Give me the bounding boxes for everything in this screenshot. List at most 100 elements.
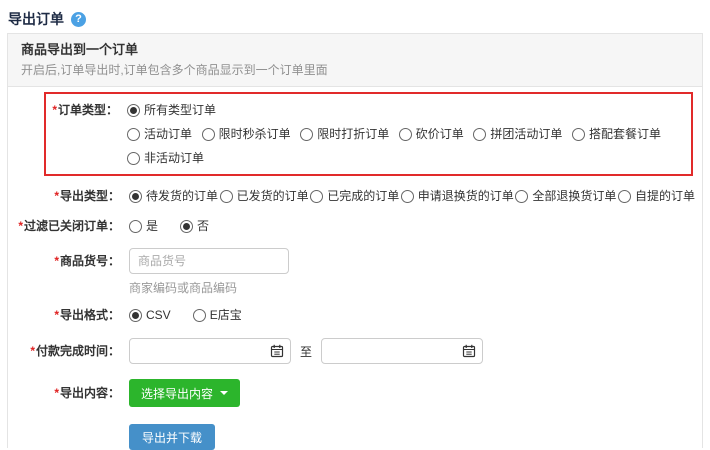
- radio-label: 搭配套餐订单: [589, 126, 661, 143]
- radio-label: 非活动订单: [144, 150, 204, 167]
- radio-circle-icon[interactable]: [127, 152, 140, 165]
- radio-label: 所有类型订单: [144, 102, 216, 119]
- product-sku-field: 商家编码或商品编码: [129, 248, 289, 295]
- field-label-text: 订单类型：: [58, 103, 118, 117]
- order-type-option-row: 非活动订单: [127, 150, 661, 167]
- page-header: 导出订单 ?: [0, 0, 710, 29]
- field-label-text: 导出内容：: [60, 386, 120, 400]
- page-title: 导出订单: [8, 9, 64, 29]
- radio-filter-yes[interactable]: 是: [129, 218, 158, 235]
- export-form: *订单类型： 所有类型订单 活动订单: [8, 87, 702, 450]
- panel-header-title: 商品导出到一个订单: [21, 42, 689, 58]
- radio-circle-icon[interactable]: [129, 190, 142, 203]
- radio-label: 限时打折订单: [317, 126, 389, 143]
- radio-label: 申请退换货的订单: [418, 188, 514, 205]
- radio-circle-icon[interactable]: [193, 309, 206, 322]
- field-label-text: 付款完成时间：: [36, 344, 120, 358]
- radio-circle-icon[interactable]: [127, 104, 140, 117]
- payment-time-row: *付款完成时间： 至: [8, 338, 702, 364]
- required-asterisk: *: [54, 254, 59, 268]
- radio-shipped-orders[interactable]: 已发货的订单: [220, 188, 309, 205]
- caret-down-icon: [220, 391, 228, 395]
- radio-format-csv[interactable]: CSV: [129, 307, 171, 324]
- radio-circle-icon[interactable]: [515, 190, 528, 203]
- export-format-options: CSV E店宝: [129, 307, 242, 324]
- export-format-label: *导出格式：: [8, 307, 120, 324]
- radio-circle-icon[interactable]: [473, 128, 486, 141]
- radio-all-returns-orders[interactable]: 全部退换货订单: [515, 188, 616, 205]
- field-label-text: 导出类型：: [60, 189, 120, 203]
- radio-format-edianbao[interactable]: E店宝: [193, 307, 242, 324]
- calendar-icon[interactable]: [462, 344, 476, 361]
- order-type-label: *订单类型：: [46, 102, 118, 119]
- order-type-option-row: 活动订单 限时秒杀订单 限时打折订单 砍价订单: [127, 126, 661, 143]
- export-format-row: *导出格式： CSV E店宝: [8, 307, 702, 324]
- field-label-text: 过滤已关闭订单：: [24, 219, 120, 233]
- export-content-row: *导出内容： 选择导出内容: [8, 379, 702, 407]
- payment-time-label: *付款完成时间：: [8, 343, 120, 360]
- radio-circle-icon[interactable]: [129, 309, 142, 322]
- radio-return-requested-orders[interactable]: 申请退换货的订单: [401, 188, 514, 205]
- radio-self-pickup-orders[interactable]: 自提的订单: [618, 188, 695, 205]
- order-type-row: *订单类型： 所有类型订单 活动订单: [46, 102, 691, 167]
- filter-closed-row: *过滤已关闭订单： 是 否: [8, 218, 702, 235]
- panel-header: 商品导出到一个订单 开启后,订单导出时,订单包含多个商品显示到一个订单里面: [8, 34, 702, 87]
- radio-label: 拼团活动订单: [490, 126, 562, 143]
- radio-time-discount-orders[interactable]: 限时打折订单: [300, 126, 389, 143]
- radio-circle-icon[interactable]: [399, 128, 412, 141]
- radio-filter-no[interactable]: 否: [180, 218, 209, 235]
- product-sku-label: *商品货号：: [8, 248, 120, 270]
- radio-bargain-orders[interactable]: 砍价订单: [399, 126, 464, 143]
- radio-group-buy-orders[interactable]: 拼团活动订单: [473, 126, 562, 143]
- radio-pending-shipment-orders[interactable]: 待发货的订单: [129, 188, 218, 205]
- required-asterisk: *: [54, 308, 59, 322]
- submit-row: 导出并下载: [8, 424, 702, 450]
- radio-flash-sale-orders[interactable]: 限时秒杀订单: [202, 126, 291, 143]
- help-icon[interactable]: ?: [71, 12, 86, 27]
- radio-all-type-orders[interactable]: 所有类型订单: [127, 102, 216, 119]
- radio-circle-icon[interactable]: [129, 220, 142, 233]
- export-download-button[interactable]: 导出并下载: [129, 424, 215, 450]
- radio-circle-icon[interactable]: [202, 128, 215, 141]
- radio-circle-icon[interactable]: [572, 128, 585, 141]
- radio-circle-icon[interactable]: [220, 190, 233, 203]
- required-asterisk: *: [52, 103, 57, 117]
- radio-circle-icon[interactable]: [180, 220, 193, 233]
- radio-circle-icon[interactable]: [310, 190, 323, 203]
- radio-activity-orders[interactable]: 活动订单: [127, 126, 192, 143]
- calendar-icon[interactable]: [270, 344, 284, 361]
- filter-closed-label: *过滤已关闭订单：: [8, 218, 120, 235]
- export-type-options: 待发货的订单 已发货的订单 已完成的订单 申请退换货的订单 全部退换货订单: [129, 188, 695, 205]
- payment-time-from-wrap: [129, 338, 291, 364]
- export-content-label: *导出内容：: [8, 385, 120, 402]
- payment-time-from-input[interactable]: [129, 338, 291, 364]
- radio-circle-icon[interactable]: [618, 190, 631, 203]
- export-orders-panel: 商品导出到一个订单 开启后,订单导出时,订单包含多个商品显示到一个订单里面 *订…: [7, 33, 703, 448]
- radio-completed-orders[interactable]: 已完成的订单: [310, 188, 399, 205]
- radio-label: 自提的订单: [635, 188, 695, 205]
- radio-label: 限时秒杀订单: [219, 126, 291, 143]
- payment-time-to-wrap: [321, 338, 483, 364]
- field-label-text: 导出格式：: [60, 308, 120, 322]
- radio-label: 砍价订单: [416, 126, 464, 143]
- product-sku-input[interactable]: [129, 248, 289, 274]
- field-label-text: 商品货号：: [60, 254, 120, 268]
- export-content-field: 选择导出内容: [129, 379, 240, 407]
- radio-non-activity-orders[interactable]: 非活动订单: [127, 150, 204, 167]
- radio-circle-icon[interactable]: [127, 128, 140, 141]
- export-type-row: *导出类型： 待发货的订单 已发货的订单 已完成的订单 申请退换货的订单: [8, 188, 702, 205]
- order-type-highlight-box: *订单类型： 所有类型订单 活动订单: [44, 92, 693, 176]
- panel-header-subtitle: 开启后,订单导出时,订单包含多个商品显示到一个订单里面: [21, 63, 689, 77]
- radio-label: 全部退换货订单: [532, 188, 616, 205]
- submit-field: 导出并下载: [129, 424, 215, 450]
- filter-closed-options: 是 否: [129, 218, 209, 235]
- radio-label: 活动订单: [144, 126, 192, 143]
- payment-time-to-input[interactable]: [321, 338, 483, 364]
- radio-circle-icon[interactable]: [300, 128, 313, 141]
- radio-circle-icon[interactable]: [401, 190, 414, 203]
- required-asterisk: *: [54, 189, 59, 203]
- product-sku-helper: 商家编码或商品编码: [129, 281, 237, 295]
- radio-combo-package-orders[interactable]: 搭配套餐订单: [572, 126, 661, 143]
- required-asterisk: *: [30, 344, 35, 358]
- select-export-content-button[interactable]: 选择导出内容: [129, 379, 240, 407]
